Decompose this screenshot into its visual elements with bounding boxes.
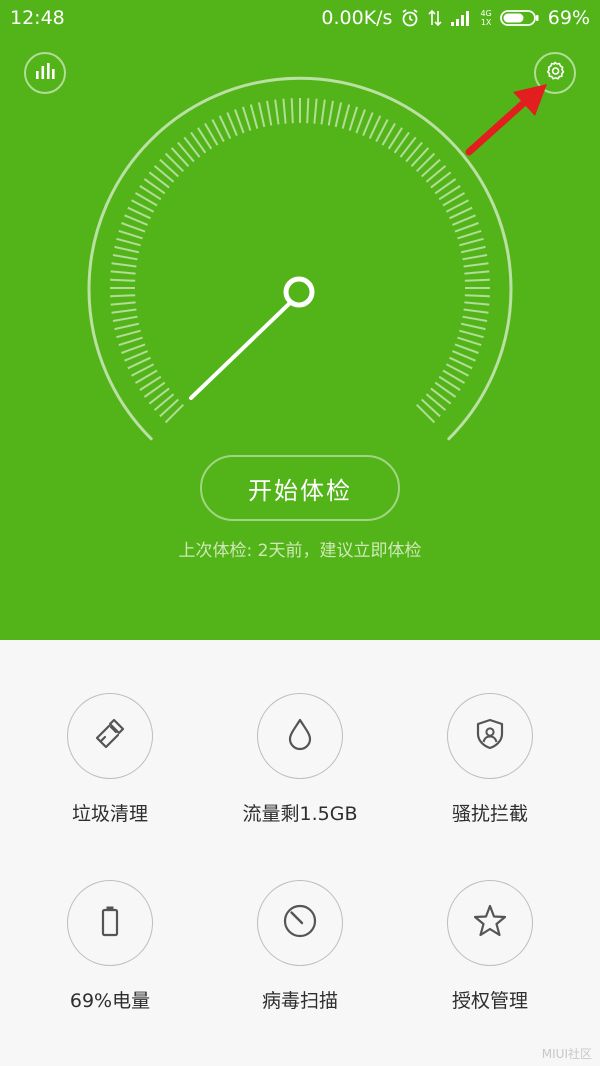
gauge-tick	[454, 343, 479, 354]
gauge-tick	[362, 112, 374, 136]
gauge-tick	[164, 403, 185, 424]
droplet-icon	[282, 716, 318, 756]
gauge-needle	[189, 300, 293, 400]
gauge-tick	[457, 229, 482, 240]
gauge-tick	[111, 308, 137, 314]
gauge-tick	[234, 109, 245, 134]
gauge-tick	[112, 315, 138, 322]
dashboard-header: 12:48 0.00K/s 4G 1X 69% 开始体检 上次体检: 2天前，建…	[0, 0, 600, 640]
gauge-tick	[355, 109, 366, 134]
gauge-tick	[415, 403, 436, 424]
gauge-tick	[124, 214, 148, 226]
gauge-tick	[111, 262, 137, 268]
tool-junk-clean-circle	[67, 693, 153, 779]
tool-harassment-block-circle	[447, 693, 533, 779]
gauge-tick	[274, 99, 280, 125]
tool-label: 骚扰拦截	[451, 803, 528, 825]
battery-icon	[92, 903, 128, 943]
tool-permission-manager-circle	[447, 880, 533, 966]
tool-junk-clean[interactable]: 垃圾清理	[15, 693, 205, 826]
gauge-tick	[464, 278, 490, 282]
tool-virus-scan[interactable]: 病毒扫描	[205, 880, 395, 1013]
gauge-tick	[116, 237, 141, 247]
tool-label: 69%电量	[69, 990, 151, 1012]
watermark: MIUI社区	[541, 1047, 592, 1061]
gauge-tick	[464, 270, 490, 275]
gauge-tick	[464, 301, 490, 306]
gauge-tick	[110, 301, 136, 306]
gauge-tick	[257, 102, 266, 128]
gauge-tick	[334, 102, 343, 128]
gauge-tick	[463, 308, 489, 314]
gauge-tick	[110, 294, 136, 298]
gauge-tick	[226, 112, 238, 136]
tool-label: 病毒扫描	[261, 990, 338, 1012]
gauge-tick	[459, 329, 484, 339]
gauge-tick	[249, 104, 259, 129]
gauge-tick	[459, 237, 484, 247]
gauge-tick	[460, 322, 486, 331]
tool-battery-circle	[67, 880, 153, 966]
gauge-tick	[415, 152, 436, 173]
gauge-tick	[327, 100, 334, 126]
gauge-tick	[266, 100, 273, 126]
gauge-tick	[110, 270, 136, 275]
gauge-tick	[463, 262, 489, 268]
gauge-tick	[462, 315, 488, 322]
tool-virus-scan-circle	[257, 880, 343, 966]
gauge-tick	[457, 336, 482, 347]
gauge-tick	[341, 104, 351, 129]
tool-permission-manager[interactable]: 授权管理	[395, 880, 585, 1013]
tool-data-usage[interactable]: 流量剩1.5GB	[205, 693, 395, 826]
gauge-tick	[464, 294, 490, 298]
tools-grid: 垃圾清理 流量剩1.5GB 骚扰拦截 69%电量 病毒扫描 授权管理	[0, 640, 600, 1066]
gauge-tick	[114, 322, 140, 331]
gauge-tick	[121, 222, 146, 233]
red-arrow-annotation	[465, 84, 547, 156]
gauge-tick	[164, 152, 185, 173]
gauge-tick	[306, 98, 310, 124]
scan-dial-icon	[280, 901, 320, 945]
gauge-tick	[112, 254, 138, 261]
gauge-tick	[313, 98, 318, 124]
gauge-tick	[452, 214, 476, 226]
star-icon	[471, 902, 509, 944]
tool-label: 垃圾清理	[71, 803, 148, 825]
gauge-tick	[282, 98, 287, 124]
broom-icon	[92, 716, 128, 756]
gauge-tick	[290, 98, 294, 124]
gauge-tick	[114, 245, 140, 254]
gauge-ticks	[110, 98, 490, 424]
gauge-tick	[124, 350, 148, 362]
tool-label: 流量剩1.5GB	[242, 803, 358, 825]
last-scan-hint: 上次体检: 2天前，建议立即体检	[178, 541, 422, 561]
gauge-tick	[320, 99, 326, 125]
gauge-outer-arc	[87, 76, 513, 441]
gauge-tick	[454, 222, 479, 233]
tool-label: 授权管理	[451, 990, 528, 1012]
gauge-tick	[462, 254, 488, 261]
gauge-tick	[110, 278, 136, 282]
start-scan-button[interactable]: 开始体检	[200, 455, 400, 521]
gauge-tick	[118, 336, 143, 347]
shield-user-icon	[472, 716, 508, 756]
gauge-tick	[452, 350, 476, 362]
gauge-tick	[121, 343, 146, 354]
gauge-tick	[348, 106, 359, 131]
gauge-pivot	[283, 276, 315, 308]
gauge-tick	[116, 329, 141, 339]
gauge-tick	[118, 229, 143, 240]
tool-data-usage-circle	[257, 693, 343, 779]
tool-harassment-block[interactable]: 骚扰拦截	[395, 693, 585, 826]
gauge-tick	[241, 106, 252, 131]
gauge-tick	[460, 245, 486, 254]
tool-battery[interactable]: 69%电量	[15, 880, 205, 1013]
